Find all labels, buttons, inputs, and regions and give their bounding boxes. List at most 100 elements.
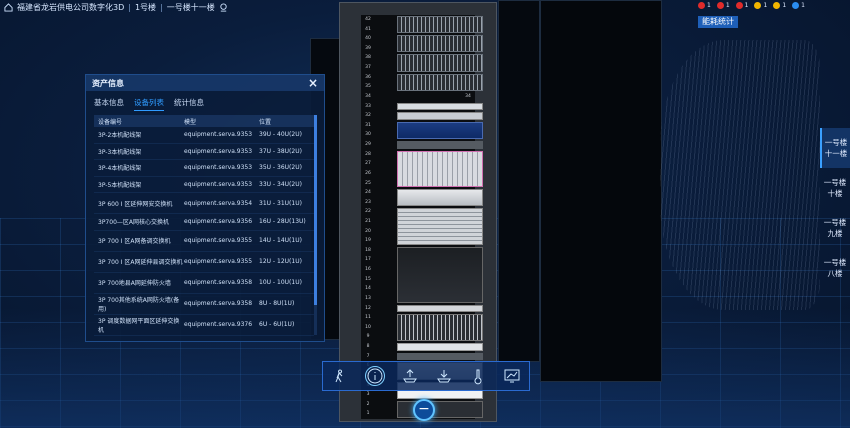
table-row[interactable]: 3P-3本机配线架 equipment.serva.9353 37U - 38U(2… bbox=[94, 144, 314, 160]
table-row[interactable]: 3P-2本机配线架 equipment.serva.9353 39U - 40U(2… bbox=[94, 127, 314, 144]
alarm-dot-icon bbox=[773, 2, 781, 9]
alarm-count: 1 bbox=[744, 2, 749, 9]
alarm-indicator[interactable]: 1 bbox=[754, 2, 767, 9]
floor-item[interactable]: 一号楼十一楼 bbox=[820, 128, 850, 168]
background-cabinet bbox=[540, 0, 662, 382]
table-cell-pos: 16U - 28U(13U) bbox=[259, 218, 306, 226]
floor-item[interactable]: 一号楼九楼 bbox=[820, 208, 850, 248]
rack-unit-label: 32 bbox=[365, 113, 371, 119]
rack-device[interactable] bbox=[397, 121, 483, 140]
rack-device[interactable] bbox=[397, 189, 483, 207]
info-icon[interactable] bbox=[365, 366, 385, 386]
rack-unit-label: 27 bbox=[365, 161, 371, 167]
breadcrumb-project[interactable]: 福建省龙岩供电公司数字化3D bbox=[17, 2, 124, 13]
rack-device[interactable] bbox=[397, 343, 483, 351]
rack-unit-label: 31 bbox=[365, 122, 371, 128]
breadcrumb-building[interactable]: 1号楼 bbox=[135, 2, 156, 13]
breadcrumb-floor[interactable]: 一号楼十一楼 bbox=[167, 2, 215, 13]
table-cell-model: equipment.serva.9376 bbox=[184, 321, 253, 328]
table-row[interactable]: 3P-4本机配线架 equipment.serva.9353 35U - 36U(2… bbox=[94, 160, 314, 177]
rack-unit-label: 35 bbox=[365, 84, 371, 90]
table-cell-id: 3P-4本机配线架 bbox=[98, 165, 142, 173]
rack-unit-label: 37 bbox=[365, 65, 371, 71]
alarm-count: 1 bbox=[782, 2, 787, 9]
table-cell-id: 3P 调度数据网平面区延伸交换机 bbox=[98, 317, 180, 334]
rack-unit-label: 15 bbox=[365, 276, 371, 282]
table-row[interactable]: 3P-5本机配线架 equipment.serva.9353 33U - 34U(2… bbox=[94, 177, 314, 193]
table-header: 设备编号 模型 位置 bbox=[94, 115, 314, 127]
table-cell-id: 3P 700 I 区A网备调交换机 bbox=[98, 238, 171, 245]
alarm-dot-icon bbox=[716, 2, 724, 9]
table-cell-model: equipment.serva.9353 bbox=[184, 180, 253, 188]
table-cell-id: 3P-3本机配线架 bbox=[98, 148, 142, 156]
column-header: 模型 bbox=[184, 118, 197, 126]
table-row[interactable]: 3P 调度数据网平面区延伸交换机 equipment.serva.9376 6U -… bbox=[94, 315, 314, 336]
table-cell-pos: 10U - 10U(1U) bbox=[259, 279, 302, 286]
rack-device[interactable] bbox=[397, 73, 483, 91]
rack-device[interactable] bbox=[397, 208, 483, 245]
table-row[interactable]: 3P 700其他系统A网防火墙(备用) equipment.serva.9358 8… bbox=[94, 294, 314, 315]
rack-unit-label: 8 bbox=[366, 344, 370, 350]
rack-device[interactable] bbox=[397, 16, 483, 34]
table-scrollbar[interactable] bbox=[314, 115, 317, 335]
alarm-indicator[interactable]: 1 bbox=[698, 2, 711, 9]
rack-unit-label: 10 bbox=[365, 324, 371, 330]
zoom-out-button[interactable]: − bbox=[413, 399, 435, 421]
rack-device[interactable] bbox=[397, 304, 483, 313]
energy-stats-button[interactable]: 能耗统计 bbox=[698, 16, 738, 28]
rack-device[interactable] bbox=[397, 352, 483, 361]
upload-icon[interactable] bbox=[401, 367, 419, 385]
breadcrumb-separator: | bbox=[160, 2, 163, 12]
rack-device[interactable] bbox=[397, 314, 483, 342]
table-cell-pos: 35U - 36U(2U) bbox=[259, 164, 302, 172]
download-icon[interactable] bbox=[435, 367, 453, 385]
rack-device[interactable] bbox=[397, 246, 483, 303]
alarm-indicator[interactable]: 1 bbox=[792, 2, 805, 9]
walk-icon[interactable] bbox=[331, 367, 349, 385]
rack-unit-label: 9 bbox=[366, 334, 370, 340]
table-row[interactable]: 3P700—区A网核心交换机 equipment.serva.9356 16U - … bbox=[94, 214, 314, 231]
table-cell-pos: 37U - 38U(2U) bbox=[259, 147, 302, 155]
tab-1[interactable]: 设备列表 bbox=[134, 97, 164, 111]
table-row[interactable]: 3P 700地县A网延伸防火墙 equipment.serva.9358 10U -… bbox=[94, 273, 314, 294]
scrollbar-thumb[interactable] bbox=[314, 115, 317, 305]
rack-device[interactable] bbox=[397, 35, 483, 53]
panel-header: 资产信息 × bbox=[86, 75, 324, 91]
rack-device[interactable] bbox=[397, 102, 483, 111]
rack-unit-label: 3 bbox=[366, 392, 370, 398]
alarm-count: 1 bbox=[707, 2, 711, 9]
tab-2[interactable]: 统计信息 bbox=[174, 97, 204, 111]
table-cell-id: 3P700—区A网核心交换机 bbox=[98, 219, 169, 227]
rack-device[interactable] bbox=[397, 112, 483, 120]
rack-device[interactable] bbox=[397, 54, 483, 72]
table-cell-model: equipment.serva.9358 bbox=[184, 300, 253, 307]
rack-device[interactable] bbox=[397, 400, 483, 418]
table-cell-id: 3P 700地县A网延伸防火墙 bbox=[98, 280, 171, 287]
table-row[interactable]: 3P 700 I 区A网延伸县调交换机 equipment.serva.9355 1… bbox=[94, 252, 314, 273]
rack-unit-label: 28 bbox=[365, 151, 371, 157]
table-cell-model: equipment.serva.9358 bbox=[184, 279, 253, 286]
floor-navigator: 一号楼十一楼 一号楼十楼 一号楼九楼 一号楼八楼 bbox=[820, 128, 850, 288]
rack-rails: 4242414140403939383837373636353534343333… bbox=[361, 15, 483, 419]
rack-cabinet[interactable]: 4242414140403939383837373636353534343333… bbox=[339, 2, 497, 422]
close-icon[interactable]: × bbox=[308, 77, 318, 89]
monitor-icon[interactable] bbox=[503, 367, 521, 385]
table-row[interactable]: 3P 700 I 区A网备调交换机 equipment.serva.9355 14U… bbox=[94, 231, 314, 252]
home-icon[interactable] bbox=[4, 2, 13, 12]
table-cell-model: equipment.serva.9354 bbox=[184, 199, 253, 207]
table-cell-model: equipment.serva.9353 bbox=[184, 164, 253, 172]
floor-item[interactable]: 一号楼十楼 bbox=[820, 168, 850, 208]
rack-device[interactable] bbox=[397, 150, 483, 188]
table-cell-model: equipment.serva.9353 bbox=[184, 131, 253, 139]
alarm-indicator[interactable]: 1 bbox=[773, 2, 786, 9]
table-cell-id: 3P 700其他系统A网防火墙(备用) bbox=[98, 296, 180, 313]
rack-device[interactable] bbox=[397, 141, 483, 149]
rack-unit-label: 33 bbox=[365, 103, 371, 109]
alarm-indicator[interactable]: 1 bbox=[716, 2, 730, 9]
temperature-icon[interactable] bbox=[469, 367, 487, 385]
table-row[interactable]: 3P 600 I 区延伸网安交换机 equipment.serva.9354 31U… bbox=[94, 193, 314, 214]
location-icon[interactable] bbox=[219, 2, 228, 12]
tab-0[interactable]: 基本信息 bbox=[94, 97, 124, 111]
alarm-indicator[interactable]: 1 bbox=[735, 2, 749, 9]
floor-item[interactable]: 一号楼八楼 bbox=[820, 248, 850, 288]
